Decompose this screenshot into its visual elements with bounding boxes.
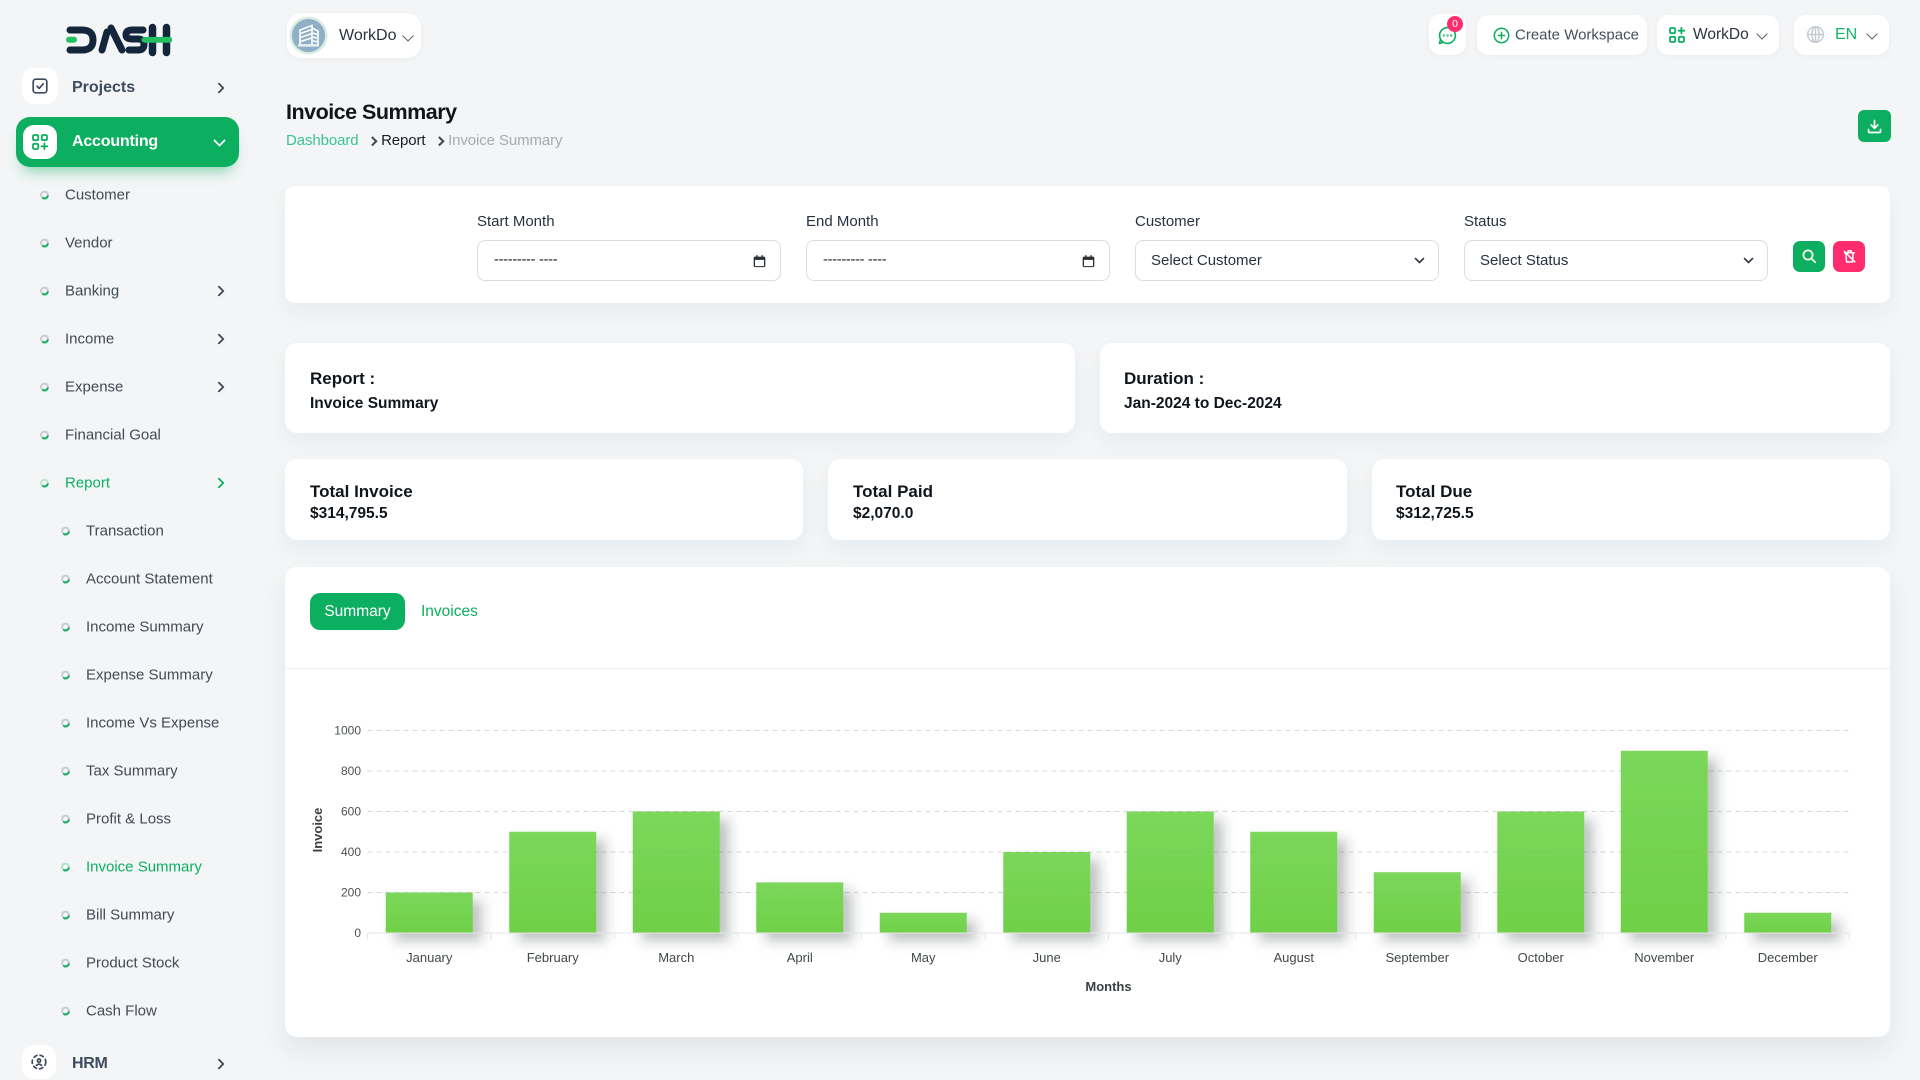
svg-text:March: March: [658, 950, 694, 965]
svg-text:January: January: [406, 950, 453, 965]
svg-text:400: 400: [341, 845, 361, 859]
svg-text:Invoice: Invoice: [310, 808, 325, 853]
svg-text:200: 200: [341, 886, 361, 900]
svg-text:May: May: [911, 950, 936, 965]
svg-text:600: 600: [341, 805, 361, 819]
svg-text:June: June: [1033, 950, 1061, 965]
svg-text:1000: 1000: [334, 724, 361, 738]
svg-text:August: August: [1274, 950, 1315, 965]
svg-text:800: 800: [341, 764, 361, 778]
svg-text:October: October: [1518, 950, 1565, 965]
svg-text:0: 0: [354, 926, 361, 940]
svg-text:July: July: [1159, 950, 1183, 965]
svg-text:November: November: [1634, 950, 1695, 965]
svg-text:Months: Months: [1085, 979, 1131, 994]
svg-text:December: December: [1758, 950, 1819, 965]
svg-text:September: September: [1385, 950, 1449, 965]
svg-text:April: April: [787, 950, 813, 965]
svg-text:February: February: [527, 950, 580, 965]
